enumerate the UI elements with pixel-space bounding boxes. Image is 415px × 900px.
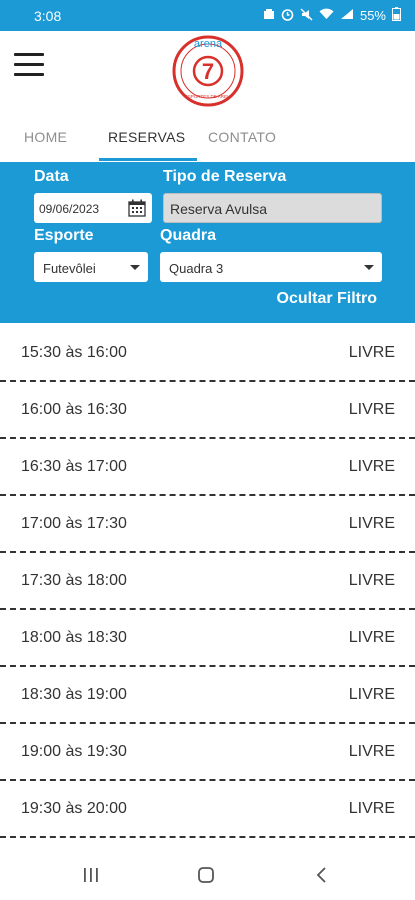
date-value: 09/06/2023 (39, 202, 100, 216)
time-slot-row[interactable]: 18:30 às 19:00 LIVRE (0, 667, 415, 724)
time-slot-row[interactable]: 18:00 às 18:30 LIVRE (0, 610, 415, 667)
system-nav-bar (0, 850, 415, 900)
notification-icon (263, 8, 275, 23)
slot-status: LIVRE (348, 344, 395, 361)
time-slot-list: 15:30 às 16:00 LIVRE 16:00 às 16:30 LIVRE … (0, 325, 415, 838)
slot-time: 15:30 às 16:00 (21, 344, 127, 361)
sport-select[interactable]: Futevôlei (34, 252, 148, 282)
app-header: arena 7 ESPORTES DE AREIA (0, 31, 415, 111)
tab-reservas[interactable]: RESERVAS (108, 129, 185, 145)
sport-label: Esporte (34, 227, 94, 244)
reservation-type-field: Reserva Avulsa (163, 193, 382, 223)
filter-panel: Data Tipo de Reserva 09/06/2023 Reserva … (0, 162, 415, 323)
status-bar: 3:08 55% (0, 0, 415, 31)
alarm-icon (281, 8, 294, 24)
slot-status: LIVRE (348, 686, 395, 703)
slot-status: LIVRE (348, 800, 395, 817)
battery-percent: 55% (359, 8, 386, 23)
reservation-type-value: Reserva Avulsa (170, 201, 268, 217)
slot-time: 18:30 às 19:00 (21, 686, 127, 703)
time-slot-row[interactable]: 17:00 às 17:30 LIVRE (0, 496, 415, 553)
recent-apps-icon[interactable] (82, 866, 100, 884)
date-input[interactable]: 09/06/2023 (34, 193, 152, 223)
slot-status: LIVRE (348, 629, 395, 646)
chevron-down-icon (364, 265, 374, 270)
slot-status: LIVRE (348, 515, 395, 532)
tab-home[interactable]: HOME (24, 129, 67, 145)
logo-number: 7 (202, 59, 214, 84)
court-label: Quadra (160, 227, 217, 244)
chevron-down-icon (130, 265, 140, 270)
court-select[interactable]: Quadra 3 (160, 252, 382, 282)
slot-time: 16:00 às 16:30 (21, 401, 127, 418)
slot-time: 17:30 às 18:00 (21, 572, 127, 589)
time-slot-row[interactable]: 15:30 às 16:00 LIVRE (0, 325, 415, 382)
main-tabs: HOME RESERVAS CONTATO (0, 111, 415, 164)
court-value: Quadra 3 (169, 261, 224, 276)
reservation-type-label: Tipo de Reserva (163, 168, 287, 185)
active-tab-indicator (99, 158, 197, 161)
signal-icon (340, 8, 354, 23)
slot-time: 17:00 às 17:30 (21, 515, 127, 532)
sport-value: Futevôlei (43, 261, 96, 276)
logo-bottom-text: ESPORTES DE AREIA (185, 94, 231, 99)
mute-icon (300, 8, 313, 24)
time-slot-row[interactable]: 17:30 às 18:00 LIVRE (0, 553, 415, 610)
slot-time: 16:30 às 17:00 (21, 458, 127, 475)
battery-icon (392, 7, 401, 24)
arena7-logo: arena 7 ESPORTES DE AREIA (172, 35, 244, 107)
hide-filter-link[interactable]: Ocultar Filtro (277, 290, 377, 308)
slot-time: 19:30 às 20:00 (21, 800, 127, 817)
slot-status: LIVRE (348, 401, 395, 418)
time-slot-row[interactable]: 16:30 às 17:00 LIVRE (0, 439, 415, 496)
home-icon[interactable] (197, 866, 215, 884)
back-icon[interactable] (314, 866, 330, 884)
status-icons: 55% (263, 7, 401, 24)
hamburger-menu-icon[interactable] (14, 53, 44, 77)
slot-time: 19:00 às 19:30 (21, 743, 127, 760)
slot-time: 18:00 às 18:30 (21, 629, 127, 646)
date-label: Data (34, 168, 69, 185)
slot-status: LIVRE (348, 743, 395, 760)
logo-top-text: arena (194, 38, 223, 50)
time-slot-row[interactable]: 19:30 às 20:00 LIVRE (0, 781, 415, 838)
calendar-icon[interactable] (128, 199, 146, 217)
time-slot-row[interactable]: 16:00 às 16:30 LIVRE (0, 382, 415, 439)
slot-status: LIVRE (348, 458, 395, 475)
slot-status: LIVRE (348, 572, 395, 589)
wifi-icon (319, 8, 334, 23)
status-time: 3:08 (34, 8, 62, 24)
tab-contato[interactable]: CONTATO (208, 129, 276, 145)
time-slot-row[interactable]: 19:00 às 19:30 LIVRE (0, 724, 415, 781)
